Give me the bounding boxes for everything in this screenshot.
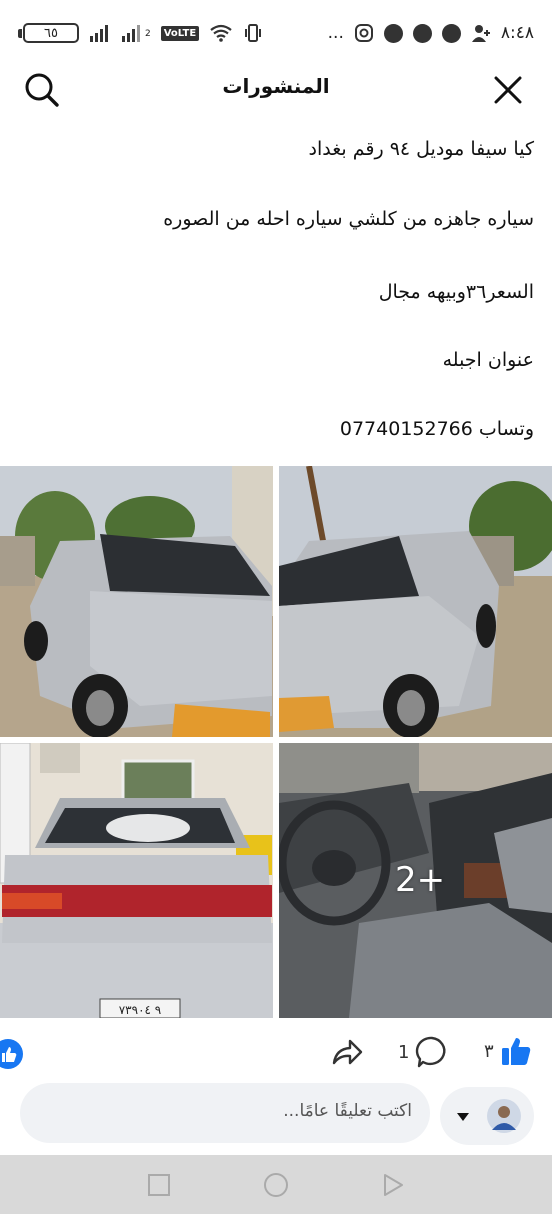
comment-button[interactable]: 1 — [398, 1035, 449, 1069]
post-line-condition: سياره جاهزه من كلشي سياره احله من الصوره — [163, 208, 534, 230]
facebook-2-icon — [441, 23, 461, 43]
like-button[interactable]: ٣ — [484, 1034, 533, 1068]
comment-input[interactable]: اكتب تعليقًا عامًا... — [20, 1083, 430, 1143]
instagram-icon — [354, 24, 373, 42]
status-right: ... ٨:٤٨ — [328, 23, 534, 43]
page-title: المنشورات — [222, 74, 330, 98]
post-line-title: كيا سيفا موديل ٩٤ رقم بغداد — [308, 138, 534, 160]
status-bar: ٦٥ 2 VoLTE ... ٨:٤٨ — [0, 0, 552, 66]
avatar — [487, 1099, 521, 1133]
caret-down-icon — [457, 1113, 469, 1121]
reactions-summary[interactable] — [0, 1038, 24, 1074]
facebook-icon — [412, 23, 432, 43]
share-button[interactable] — [330, 1035, 364, 1073]
post-line-whatsapp: وتساب 07740152766 — [339, 418, 534, 440]
volte-badge: VoLTE — [160, 25, 200, 41]
photo-3[interactable]: ٩ ٧٣٩٠٤ — [0, 743, 273, 1018]
battery-level: ٦٥ — [23, 23, 79, 43]
recents-button[interactable] — [147, 1173, 171, 1197]
battery-tip — [18, 28, 22, 38]
close-icon — [494, 76, 522, 104]
more-photos-count: 2+ — [395, 860, 446, 900]
action-row: 1 ٣ — [0, 1030, 552, 1074]
clock: ٨:٤٨ — [500, 23, 534, 43]
photo-grid: ٩ ٧٣٩٠٤ — [0, 466, 552, 1018]
car-front-left-photo — [0, 466, 273, 737]
comment-count: 1 — [398, 1041, 410, 1063]
messenger-icon — [383, 23, 403, 43]
wifi-icon — [210, 24, 232, 42]
more-notifications: ... — [327, 23, 344, 43]
share-icon — [332, 1039, 363, 1065]
audience-selector[interactable] — [440, 1087, 534, 1145]
sim-slot-label: 2 — [145, 29, 151, 39]
status-left: ٦٥ 2 VoLTE — [18, 23, 263, 43]
signal-2-icon — [122, 25, 140, 42]
thumbs-up-icon — [501, 1038, 530, 1065]
like-reaction-icon — [0, 1039, 23, 1069]
post-line-price: السعر٣٦وبيهه مجال — [378, 281, 534, 303]
photo-2[interactable] — [279, 466, 552, 737]
user-add-icon — [471, 25, 490, 42]
home-button[interactable] — [263, 1172, 289, 1198]
comment-placeholder: اكتب تعليقًا عامًا... — [283, 1101, 412, 1121]
like-count: ٣ — [484, 1040, 494, 1062]
close-button[interactable] — [490, 72, 526, 108]
photo-1[interactable] — [0, 466, 273, 737]
vibrate-icon — [245, 24, 262, 42]
car-front-right-photo — [279, 466, 552, 737]
back-button[interactable] — [381, 1173, 405, 1197]
post-line-address: عنوان اجبله — [442, 349, 534, 371]
signal-icon — [90, 25, 108, 42]
battery-indicator: ٦٥ — [18, 23, 79, 43]
comment-icon — [416, 1036, 446, 1068]
top-bar: المنشورات — [0, 66, 552, 114]
car-rear-photo: ٩ ٧٣٩٠٤ — [0, 743, 273, 1018]
system-nav-bar — [0, 1155, 552, 1214]
license-plate: ٩ ٧٣٩٠٤ — [119, 1003, 162, 1017]
